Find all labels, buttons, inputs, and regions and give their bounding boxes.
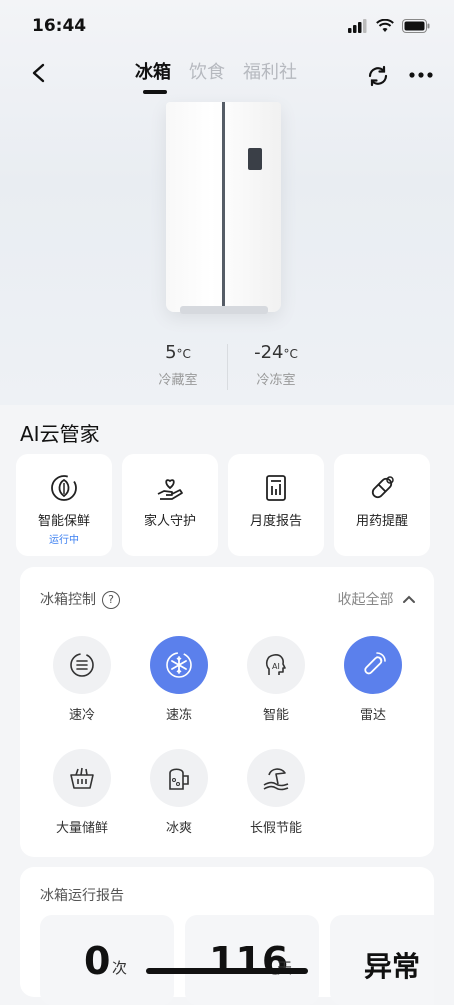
status-time: 16:44	[32, 16, 87, 36]
ai-card-medicine-reminder[interactable]: 用药提醒	[334, 454, 430, 556]
basket-icon	[70, 767, 94, 789]
ai-card-label: 用药提醒	[355, 514, 408, 529]
svg-text:AI: AI	[272, 662, 280, 671]
heart-hand-icon	[157, 479, 183, 500]
report-title: 冰箱运行报告	[40, 888, 124, 904]
control-label: 大量储鲜	[55, 821, 108, 836]
collapse-label: 收起全部	[337, 592, 394, 608]
quick-cool-icon	[70, 653, 94, 677]
ai-head-icon: AI	[265, 654, 286, 675]
control-label: 雷达	[359, 708, 386, 723]
control-quick-freeze[interactable]: 速冻	[139, 636, 219, 723]
chevron-up-icon	[403, 595, 415, 603]
control-label: 速冷	[68, 708, 95, 723]
control-button[interactable]	[53, 749, 111, 807]
control-title: 冰箱控制	[40, 592, 96, 608]
temp-value: 5	[165, 342, 177, 363]
ai-card-label: 家人守护	[143, 514, 196, 529]
report-value: 0	[84, 939, 111, 983]
report-card-count[interactable]: 0 次	[40, 915, 174, 1005]
control-button[interactable]	[150, 749, 208, 807]
control-smart[interactable]: AI 智能	[236, 636, 316, 723]
control-radar[interactable]: 雷达	[333, 636, 413, 723]
status-bar: 16:44	[0, 14, 454, 40]
control-quick-cool[interactable]: 速冷	[42, 636, 122, 723]
fridge-display-panel	[248, 148, 262, 170]
radar-icon	[364, 652, 386, 675]
ai-card-label: 智能保鲜	[37, 514, 90, 529]
control-label: 智能	[262, 708, 289, 723]
signal-icon	[348, 19, 367, 33]
freezer-compartment-temp[interactable]: -24°C 冷冻室	[216, 342, 336, 388]
temp-label: 冷冻室	[256, 373, 296, 388]
temp-unit: °C	[283, 347, 298, 361]
report-card-abnormal[interactable]: 异常	[330, 915, 434, 1005]
tab-welfare[interactable]: 福利社	[243, 58, 297, 84]
ai-card-monthly-report[interactable]: 月度报告	[228, 454, 324, 556]
ai-card-status: 运行中	[49, 535, 79, 546]
fridge-door-seam	[222, 102, 225, 312]
report-value: 异常	[364, 950, 421, 983]
control-button[interactable]	[247, 749, 305, 807]
control-header: 冰箱控制?	[40, 589, 120, 609]
fridge-base	[180, 306, 268, 314]
leaf-circle-icon	[51, 475, 77, 501]
report-unit: 次	[112, 959, 128, 977]
ai-cards: 智能保鲜 运行中 家人守护 月度报告 用药提醒	[16, 454, 430, 558]
collapse-all-button[interactable]: 收起全部	[338, 589, 416, 609]
beer-mug-icon	[169, 768, 189, 790]
home-indicator[interactable]	[146, 968, 308, 974]
control-button[interactable]	[150, 636, 208, 694]
battery-icon	[402, 19, 430, 33]
refresh-icon[interactable]	[366, 64, 390, 88]
control-button[interactable]: AI	[247, 636, 305, 694]
control-button[interactable]	[53, 636, 111, 694]
more-icon[interactable]	[408, 65, 434, 85]
control-bulk-storage[interactable]: 大量储鲜	[42, 749, 122, 836]
snowflake-icon	[166, 652, 192, 678]
help-icon[interactable]: ?	[102, 591, 120, 609]
top-nav: 冰箱 饮食 福利社	[0, 56, 454, 96]
pill-icon	[371, 476, 394, 499]
tab-fridge[interactable]: 冰箱	[135, 58, 171, 94]
control-ice-cool[interactable]: 冰爽	[139, 749, 219, 836]
report-card-days[interactable]: 116 天	[185, 915, 319, 1005]
tab-diet[interactable]: 饮食	[189, 58, 225, 84]
fridge-control-panel: 冰箱控制? 收起全部 速冷 速冻 AI 智能 雷达 大量储鲜 冰爽 长假节能	[20, 567, 434, 857]
control-label: 长假节能	[249, 821, 302, 836]
fridge-report-panel: 冰箱运行报告 0 次 116 天 异常	[20, 867, 434, 1005]
control-label: 速冻	[165, 708, 192, 723]
back-arrow-icon[interactable]	[28, 62, 50, 84]
temp-unit: °C	[176, 347, 191, 361]
ai-card-family-guard[interactable]: 家人守护	[122, 454, 218, 556]
control-holiday-saving[interactable]: 长假节能	[236, 749, 316, 836]
ai-card-label: 月度报告	[249, 514, 302, 529]
tab-bar: 冰箱 饮食 福利社	[135, 58, 297, 94]
island-icon	[263, 768, 289, 791]
ai-section-title: AI云管家	[20, 422, 100, 446]
ai-card-smart-fresh[interactable]: 智能保鲜 运行中	[16, 454, 112, 556]
fridge-image	[166, 102, 281, 314]
wifi-icon	[376, 19, 394, 32]
report-icon	[266, 475, 286, 501]
control-button[interactable]	[344, 636, 402, 694]
temp-value: -24	[254, 342, 284, 363]
control-label: 冰爽	[165, 821, 192, 836]
